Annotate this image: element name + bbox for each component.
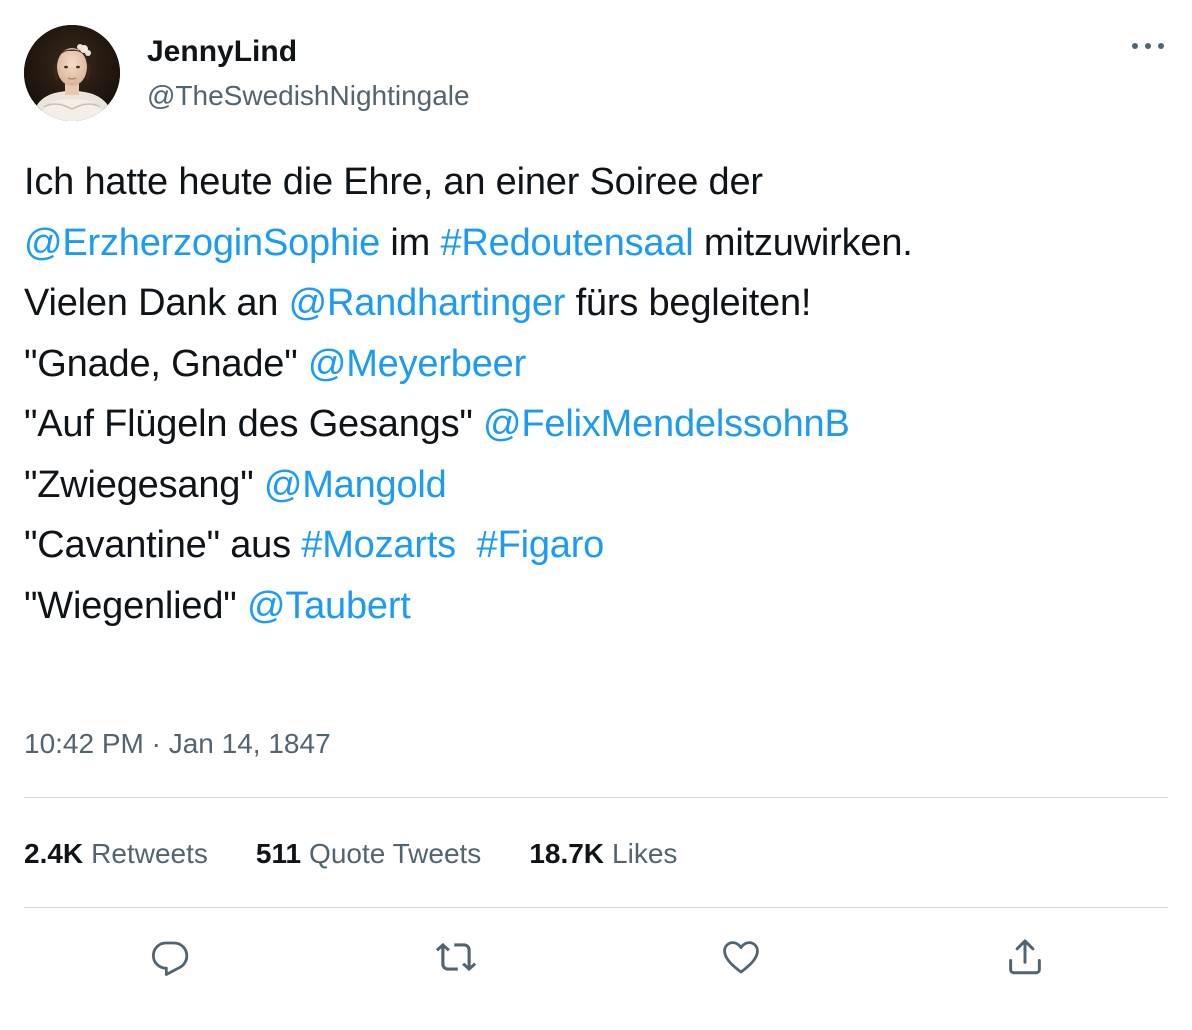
tweet-text-segment bbox=[456, 524, 477, 566]
mention-link[interactable]: @Mangold bbox=[264, 464, 447, 506]
retweet-icon bbox=[435, 942, 477, 972]
hashtag-link[interactable]: #Redoutensaal bbox=[441, 222, 694, 264]
tweet-text-segment: "Zwiegesang" bbox=[24, 463, 264, 506]
user-handle[interactable]: @TheSwedishNightingale bbox=[147, 78, 470, 114]
reply-button[interactable] bbox=[147, 934, 193, 980]
hashtag-link[interactable]: #Mozarts bbox=[301, 524, 456, 566]
tweet-text-segment: "Gnade, Gnade" bbox=[24, 342, 308, 385]
tweet-text-segment: Ich hatte heute die Ehre, an einer Soire… bbox=[24, 161, 763, 203]
retweet-button[interactable] bbox=[433, 934, 479, 980]
quote-tweets-stat[interactable]: 511 Quote Tweets bbox=[256, 836, 481, 872]
tweet-text-line: "Cavantine" aus #Mozarts #Figaro bbox=[24, 515, 1168, 576]
retweets-label: Retweets bbox=[91, 838, 208, 869]
reply-icon bbox=[151, 941, 189, 976]
portrait-image bbox=[24, 25, 120, 121]
tweet-text-line: "Zwiegesang" @Mangold bbox=[24, 455, 1168, 516]
avatar[interactable] bbox=[24, 25, 120, 121]
quote-tweets-label: Quote Tweets bbox=[309, 838, 482, 869]
heart-icon bbox=[723, 941, 759, 974]
mention-link[interactable]: @Taubert bbox=[247, 585, 411, 627]
more-options-button[interactable] bbox=[1126, 28, 1170, 64]
tweet-text-segment: "Cavantine" aus bbox=[24, 524, 302, 566]
tweet-text-segment: mitzuwirken. bbox=[693, 221, 913, 264]
mention-link[interactable]: @FelixMendelssohnB bbox=[483, 403, 850, 445]
tweet-text-line: "Gnade, Gnade" @Meyerbeer bbox=[24, 334, 1168, 395]
engagement-stats: 2.4K Retweets 511 Quote Tweets 18.7K Lik… bbox=[24, 836, 725, 872]
more-horizontal-icon bbox=[1132, 43, 1164, 49]
like-button[interactable] bbox=[718, 934, 764, 980]
divider bbox=[24, 907, 1168, 908]
display-name[interactable]: JennyLind bbox=[147, 34, 297, 70]
tweet-text-line: "Auf Flügeln des Gesangs" @FelixMendelss… bbox=[24, 394, 1168, 455]
tweet-text-line: Ich hatte heute die Ehre, an einer Soire… bbox=[24, 152, 1168, 213]
share-icon bbox=[1009, 939, 1041, 975]
tweet-text-line: @ErzherzoginSophie im #Redoutensaal mitz… bbox=[24, 213, 1168, 274]
mention-link[interactable]: @Randhartinger bbox=[289, 282, 566, 324]
likes-label: Likes bbox=[612, 838, 678, 869]
tweet-text-segment: "Wiegenlied" bbox=[24, 584, 247, 627]
tweet-detail: JennyLind @TheSwedishNightingale Ich hat… bbox=[0, 0, 1192, 1030]
share-button[interactable] bbox=[1002, 934, 1048, 980]
tweet-text-segment: Vielen Dank an bbox=[24, 282, 289, 324]
retweets-stat[interactable]: 2.4K Retweets bbox=[24, 836, 208, 872]
tweet-text-line: Vielen Dank an @Randhartinger fürs begle… bbox=[24, 273, 1168, 334]
likes-stat[interactable]: 18.7K Likes bbox=[529, 836, 677, 872]
tweet-timestamp[interactable]: 10:42 PM · Jan 14, 1847 bbox=[24, 726, 331, 762]
hashtag-link[interactable]: #Figaro bbox=[477, 524, 605, 566]
divider bbox=[24, 797, 1168, 798]
tweet-text-segment: fürs begleiten! bbox=[565, 282, 812, 324]
tweet-text-segment: im bbox=[380, 221, 441, 264]
mention-link[interactable]: @Meyerbeer bbox=[308, 343, 526, 385]
mention-link[interactable]: @ErzherzoginSophie bbox=[24, 222, 380, 264]
quote-tweets-count: 511 bbox=[255, 838, 302, 869]
likes-count: 18.7K bbox=[529, 838, 605, 869]
tweet-text-line: "Wiegenlied" @Taubert bbox=[24, 576, 1168, 637]
tweet-text-segment: "Auf Flügeln des Gesangs" bbox=[24, 403, 484, 445]
tweet-text: Ich hatte heute die Ehre, an einer Soire… bbox=[24, 152, 1168, 636]
retweets-count: 2.4K bbox=[24, 838, 84, 869]
